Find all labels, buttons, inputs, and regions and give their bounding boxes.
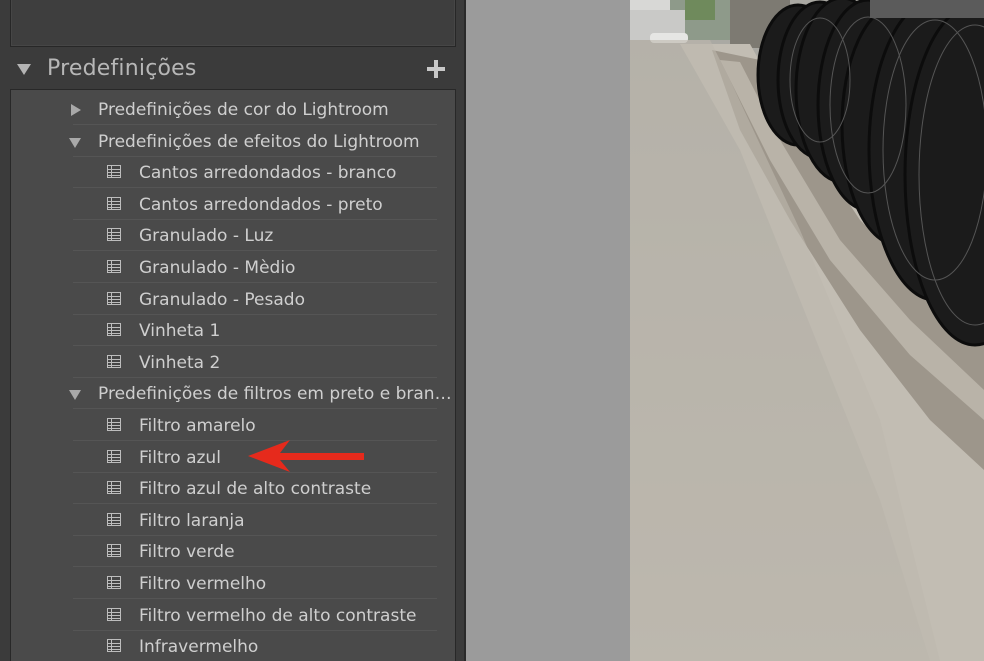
preset-list-icon: [107, 165, 121, 178]
preset-item[interactable]: Filtro vermelho de alto contraste: [11, 600, 455, 631]
red-arrow-icon: [248, 440, 364, 472]
preset-item[interactable]: Filtro vermelho: [11, 568, 455, 599]
preset-item[interactable]: Cantos arredondados - branco: [11, 157, 455, 188]
add-preset-button[interactable]: [426, 59, 446, 79]
canvas-background: [466, 0, 630, 661]
preset-list-icon: [107, 639, 121, 652]
preset-folder-label: Predefinições de efeitos do Lightroom: [98, 132, 420, 152]
triangle-down-icon[interactable]: [69, 390, 81, 400]
presets-panel: Predefinições Predefinições de cor do Li…: [0, 0, 466, 661]
preset-list-icon: [107, 292, 121, 305]
preset-list-icon: [107, 228, 121, 241]
collapse-panel-triangle-icon[interactable]: [17, 64, 31, 75]
preset-list-icon: [107, 608, 121, 621]
preset-list-icon: [107, 418, 121, 431]
preset-item-label: Cantos arredondados - preto: [139, 195, 383, 215]
preset-item[interactable]: Granulado - Luz: [11, 220, 455, 251]
preset-item-label: Vinheta 2: [139, 353, 221, 373]
presets-list[interactable]: Predefinições de cor do Lightroom Predefi…: [10, 89, 456, 661]
preset-folder-label: Predefinições de cor do Lightroom: [98, 100, 389, 120]
preset-item-label: Infravermelho: [139, 637, 259, 657]
preset-item-label: Granulado - Pesado: [139, 290, 305, 310]
photo-preview[interactable]: [630, 0, 984, 661]
preset-list-icon: [107, 355, 121, 368]
preset-folder[interactable]: Predefinições de filtros em preto e bran…: [11, 378, 455, 409]
photo-image: [630, 0, 984, 661]
preset-list-icon: [107, 197, 121, 210]
preset-item[interactable]: Infravermelho: [11, 631, 455, 661]
preset-item-label: Filtro azul: [139, 448, 221, 468]
preset-item[interactable]: Filtro azul: [11, 442, 455, 473]
preset-list-icon: [107, 544, 121, 557]
preset-item[interactable]: Granulado - Pesado: [11, 284, 455, 315]
preset-list-icon: [107, 513, 121, 526]
preset-item-label: Filtro laranja: [139, 511, 245, 531]
preset-folder[interactable]: Predefinições de efeitos do Lightroom: [11, 126, 455, 157]
preset-folder[interactable]: Predefinições de cor do Lightroom: [11, 94, 455, 125]
preset-item-label: Cantos arredondados - branco: [139, 163, 397, 183]
preset-item-label: Filtro amarelo: [139, 416, 256, 436]
preset-item[interactable]: Cantos arredondados - preto: [11, 189, 455, 220]
preset-item[interactable]: Filtro laranja: [11, 505, 455, 536]
preset-item[interactable]: Filtro azul de alto contraste: [11, 473, 455, 504]
preset-list-icon: [107, 450, 121, 463]
preset-item[interactable]: Vinheta 1: [11, 315, 455, 346]
triangle-down-icon[interactable]: [69, 138, 81, 148]
preset-item-label: Vinheta 1: [139, 321, 221, 341]
preset-item-label: Filtro verde: [139, 542, 235, 562]
previous-panel-box: [10, 0, 456, 47]
preset-list-icon: [107, 481, 121, 494]
preset-item[interactable]: Filtro amarelo: [11, 410, 455, 441]
preset-item-label: Filtro azul de alto contraste: [139, 479, 372, 499]
preset-item-label: Granulado - Luz: [139, 226, 274, 246]
preset-item[interactable]: Vinheta 2: [11, 347, 455, 378]
preset-folder-label: Predefinições de filtros em preto e bran…: [98, 384, 452, 404]
triangle-right-icon[interactable]: [71, 104, 81, 116]
preset-item[interactable]: Filtro verde: [11, 536, 455, 567]
preset-item[interactable]: Granulado - Mèdio: [11, 252, 455, 283]
panel-title: Predefinições: [47, 56, 197, 81]
preset-list-icon: [107, 323, 121, 336]
preset-item-label: Granulado - Mèdio: [139, 258, 296, 278]
preset-item-label: Filtro vermelho: [139, 574, 267, 594]
preset-list-icon: [107, 576, 121, 589]
preset-item-label: Filtro vermelho de alto contraste: [139, 606, 417, 626]
preset-list-icon: [107, 260, 121, 273]
